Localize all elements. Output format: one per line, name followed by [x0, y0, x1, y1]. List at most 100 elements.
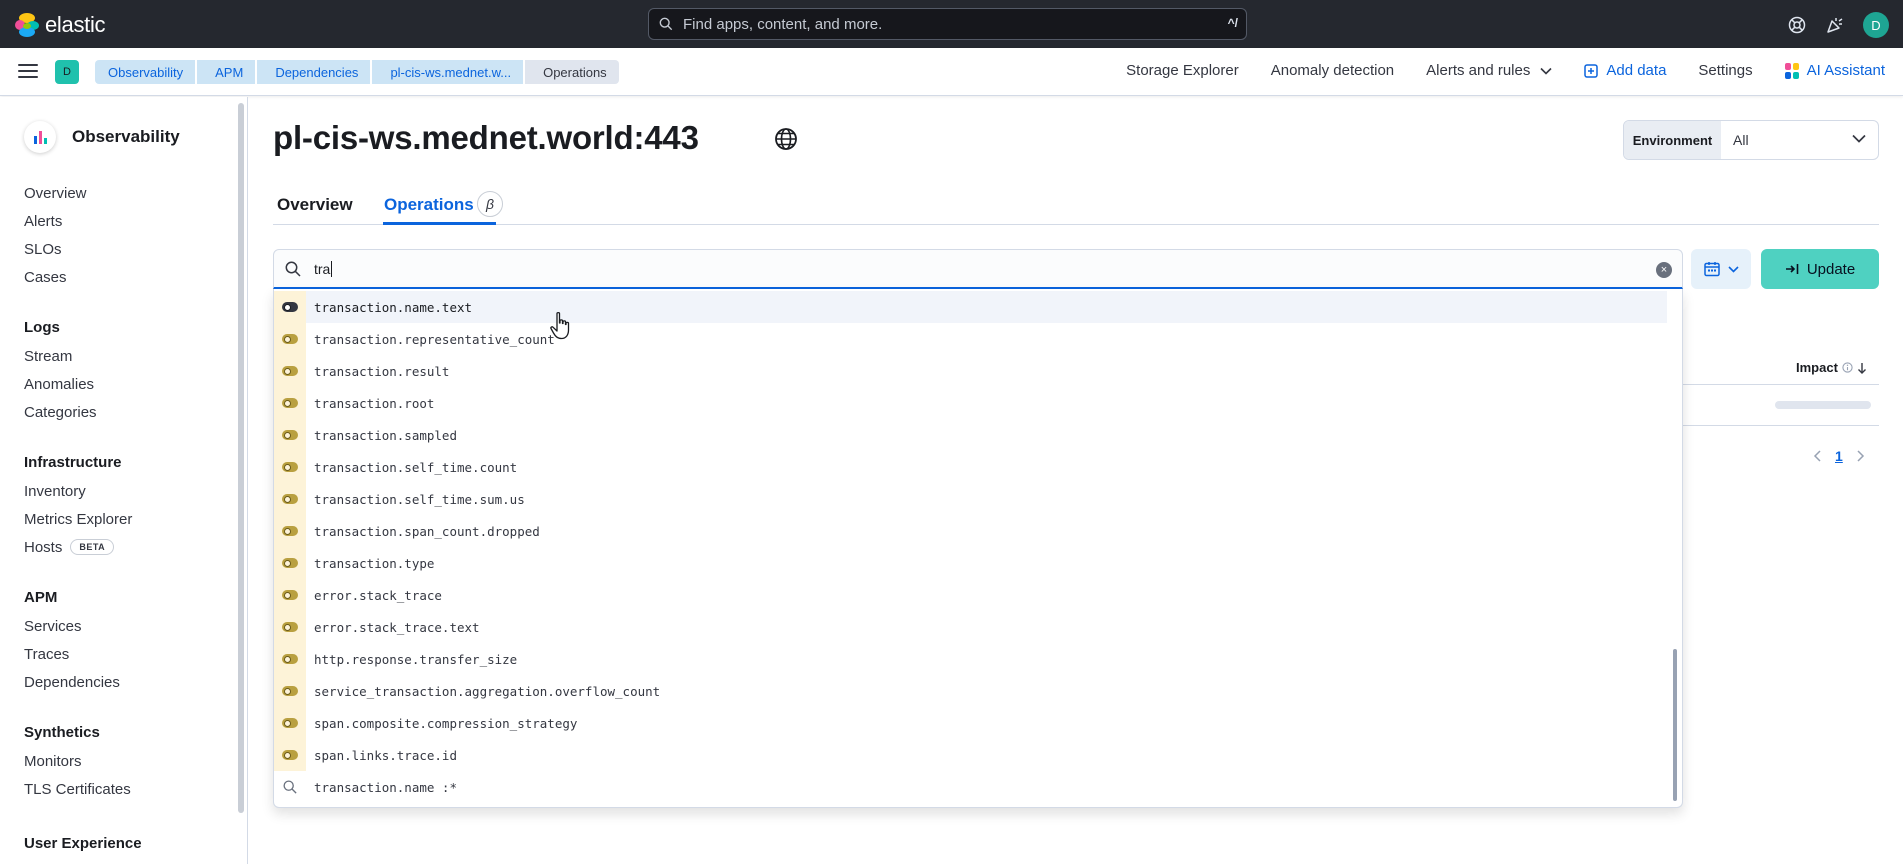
suggestion-item[interactable]: transaction.type: [274, 547, 1667, 579]
tab-operations[interactable]: Operations: [384, 195, 474, 215]
app-menu-links: Storage Explorer Anomaly detection Alert…: [1126, 62, 1885, 79]
impact-column-header[interactable]: Impact: [1796, 360, 1867, 375]
suggestion-item[interactable]: error.stack_trace.text: [274, 611, 1667, 643]
brand-name: elastic: [45, 12, 106, 37]
sidebar-item-dependencies[interactable]: Dependencies: [24, 674, 120, 691]
ai-assistant-button[interactable]: AI Assistant: [1784, 62, 1885, 79]
update-label: Update: [1806, 260, 1856, 278]
alerts-rules-label: Alerts and rules: [1426, 62, 1531, 79]
calendar-icon: [1703, 262, 1720, 277]
side-navigation: Observability Overview Alerts SLOs Cases…: [0, 97, 248, 864]
observability-logo-icon: [24, 121, 56, 153]
add-data-link[interactable]: Add data: [1584, 62, 1666, 79]
breadcrumb-dependency[interactable]: pl-cis-ws.mednet.w...: [372, 60, 524, 84]
sidebar-title: Observability: [72, 127, 180, 146]
beta-badge: BETA: [70, 539, 115, 555]
hand-cursor-icon: [550, 311, 570, 340]
suggestion-item[interactable]: span.composite.compression_strategy: [274, 707, 1667, 739]
suggestion-item[interactable]: transaction.self_time.count: [274, 451, 1667, 483]
suggestion-item[interactable]: transaction.result: [274, 355, 1667, 387]
alerts-rules-menu[interactable]: Alerts and rules: [1426, 62, 1552, 79]
field-type-icon: [274, 451, 306, 483]
suggestion-item[interactable]: service_transaction.aggregation.overflow…: [274, 675, 1667, 707]
search-shortcut-hint: ^/: [1227, 16, 1238, 30]
sidebar-item-monitors[interactable]: Monitors: [24, 753, 82, 770]
breadcrumb-observability[interactable]: Observability: [95, 60, 196, 84]
suggestion-item[interactable]: transaction.root: [274, 387, 1667, 419]
breadcrumb-dependencies[interactable]: Dependencies: [257, 60, 371, 84]
suggestion-item[interactable]: transaction.name :*: [274, 771, 1667, 803]
sidebar-item-stream[interactable]: Stream: [24, 348, 72, 365]
field-type-icon: [274, 355, 306, 387]
page-title: pl-cis-ws.mednet.world:443: [273, 119, 699, 156]
sidebar-item-tls-certificates[interactable]: TLS Certificates: [24, 781, 131, 798]
suggestion-item[interactable]: error.stack_trace: [274, 579, 1667, 611]
menu-toggle-icon[interactable]: [18, 62, 38, 80]
sidebar-scrollbar[interactable]: [238, 103, 244, 813]
sort-arrow-icon: [1857, 362, 1866, 374]
settings-link[interactable]: Settings: [1698, 62, 1752, 79]
pagination: 1: [1813, 448, 1865, 464]
environment-select[interactable]: Environment All: [1623, 120, 1879, 160]
sidebar-item-inventory[interactable]: Inventory: [24, 483, 86, 500]
suggestions-scrollbar[interactable]: [1673, 649, 1677, 801]
page-number-button[interactable]: 1: [1835, 448, 1843, 464]
refresh-icon: [1785, 264, 1799, 274]
chevron-right-icon[interactable]: [1857, 450, 1865, 462]
sidebar-item-categories[interactable]: Categories: [24, 404, 97, 421]
sidebar-header: Observability: [24, 121, 180, 153]
anomaly-detection-link[interactable]: Anomaly detection: [1271, 62, 1394, 79]
update-button[interactable]: Update: [1761, 249, 1879, 289]
field-type-icon: [274, 579, 306, 611]
sidebar-group-logs: Logs: [24, 319, 60, 336]
table-divider: [1683, 384, 1879, 385]
suggestion-item[interactable]: http.response.transfer_size: [274, 643, 1667, 675]
global-search-placeholder: Find apps, content, and more.: [683, 15, 883, 33]
sidebar-item-slos[interactable]: SLOs: [24, 241, 62, 258]
space-avatar[interactable]: D: [55, 60, 79, 84]
query-search-input[interactable]: tra ×: [273, 249, 1683, 289]
environment-value: All: [1733, 132, 1749, 148]
sidebar-group-infrastructure: Infrastructure: [24, 454, 122, 471]
breadcrumb-apm[interactable]: APM: [197, 60, 256, 84]
storage-explorer-link[interactable]: Storage Explorer: [1126, 62, 1239, 79]
global-search-input[interactable]: Find apps, content, and more. ^/: [648, 8, 1247, 40]
sidebar-item-overview[interactable]: Overview: [24, 185, 87, 202]
date-picker-button[interactable]: [1691, 249, 1751, 289]
sidebar-item-anomalies[interactable]: Anomalies: [24, 376, 94, 393]
suggestion-item[interactable]: span.links.trace.id: [274, 739, 1667, 771]
user-avatar[interactable]: D: [1863, 12, 1889, 38]
news-feed-icon[interactable]: [1825, 15, 1845, 35]
query-suggestions-list: transaction.name.text transaction.repres…: [273, 289, 1683, 808]
search-icon: [285, 261, 301, 277]
sidebar-item-traces[interactable]: Traces: [24, 646, 69, 663]
suggestion-item[interactable]: transaction.self_time.sum.us: [274, 483, 1667, 515]
sidebar-item-services[interactable]: Services: [24, 618, 82, 635]
sidebar-group-user-experience: User Experience: [24, 835, 142, 852]
breadcrumb-operations: Operations: [525, 60, 619, 84]
active-tab-indicator: [383, 222, 496, 225]
sidebar-item-metrics-explorer[interactable]: Metrics Explorer: [24, 511, 132, 528]
field-type-icon: [274, 643, 306, 675]
chevron-left-icon[interactable]: [1813, 450, 1821, 462]
suggestion-item[interactable]: transaction.name.text: [274, 291, 1667, 323]
table-divider: [1683, 425, 1879, 426]
sidebar-item-hosts[interactable]: Hosts BETA: [24, 539, 115, 556]
chevron-down-icon: [1852, 134, 1866, 143]
clear-query-icon[interactable]: ×: [1656, 262, 1672, 278]
suggestion-item[interactable]: transaction.sampled: [274, 419, 1667, 451]
elastic-logo[interactable]: elastic: [15, 12, 106, 38]
sidebar-item-cases[interactable]: Cases: [24, 269, 67, 286]
field-type-icon: [274, 707, 306, 739]
sidebar-item-alerts[interactable]: Alerts: [24, 213, 62, 230]
elastic-logo-icon: [15, 13, 39, 37]
suggestion-item[interactable]: transaction.span_count.dropped: [274, 515, 1667, 547]
sidebar-item-hosts-label: Hosts: [24, 539, 63, 556]
chevron-down-icon: [1540, 67, 1552, 75]
field-type-icon: [274, 547, 306, 579]
help-icon[interactable]: [1787, 15, 1807, 35]
field-type-icon: [274, 515, 306, 547]
sidebar-group-synthetics: Synthetics: [24, 724, 100, 741]
suggestion-item[interactable]: transaction.representative_count: [274, 323, 1667, 355]
tab-overview[interactable]: Overview: [277, 195, 353, 215]
